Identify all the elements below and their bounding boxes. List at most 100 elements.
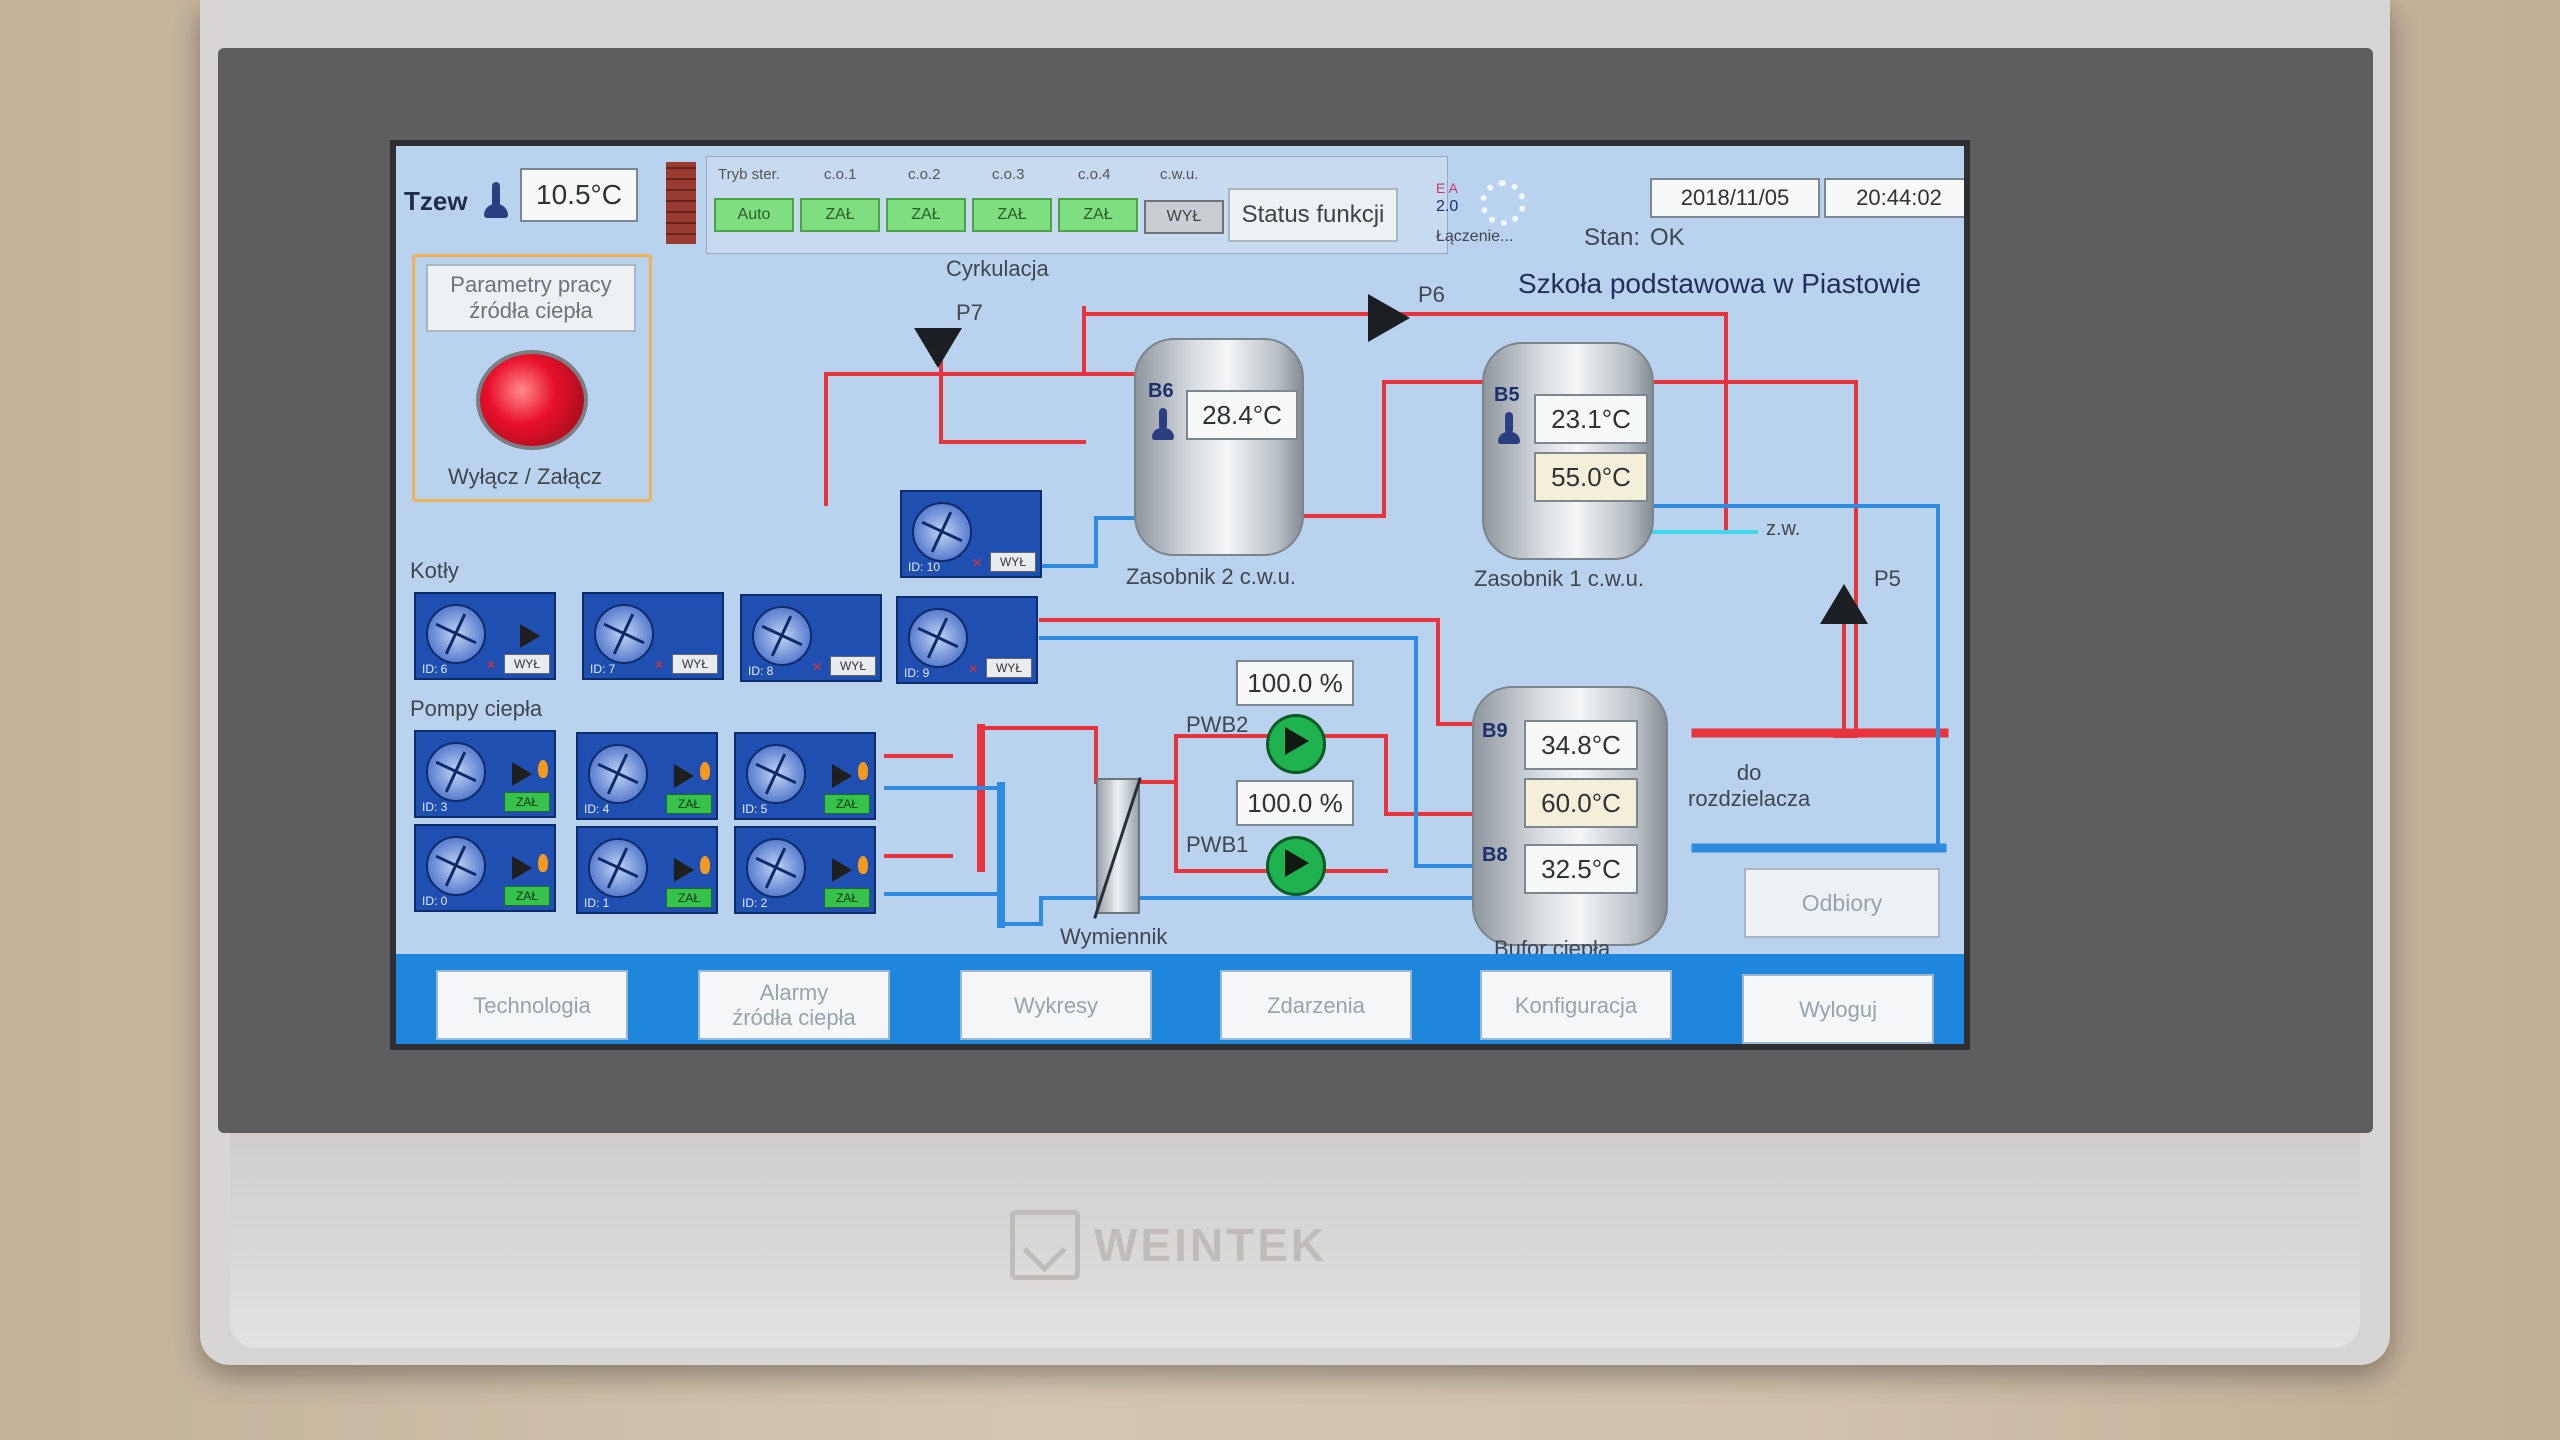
pump-pwb2-icon[interactable] xyxy=(1266,714,1326,774)
flame-icon xyxy=(700,762,710,780)
hmi-screen: Tzew 10.5°C Tryb ster. c.o.1 c.o.2 c.o.3… xyxy=(390,140,1970,1050)
status-function-button[interactable]: Status funkcji xyxy=(1228,188,1398,242)
heat-pump-unit-1[interactable]: ID: 1 ZAŁ xyxy=(576,826,718,914)
boiler-unit-8[interactable]: ✕ ID: 8 WYŁ xyxy=(740,594,882,682)
circulation-unit[interactable]: ✕ ID: 10 WYŁ xyxy=(900,490,1042,578)
bottom-navigation: Technologia Alarmy źródła ciepła Wykresy… xyxy=(396,954,1964,1044)
tank-zasobnik-1 xyxy=(1482,342,1654,560)
pump-p6-icon[interactable] xyxy=(1368,294,1410,342)
pump-pwb1-icon[interactable] xyxy=(1266,836,1326,896)
pump-p7-icon[interactable] xyxy=(914,328,962,368)
heat-pump-unit-5[interactable]: ID: 5 ZAŁ xyxy=(734,732,876,820)
mode-auto-badge[interactable]: Auto xyxy=(714,198,794,232)
b5-temp: 23.1°C xyxy=(1534,394,1648,444)
boiler-unit-6[interactable]: ✕ ID: 6 WYŁ xyxy=(414,592,556,680)
b9-temp: 34.8°C xyxy=(1524,720,1638,770)
nav-zdarzenia[interactable]: Zdarzenia xyxy=(1220,970,1412,1040)
version-label: 2.0 xyxy=(1436,198,1459,215)
time-field: 20:44:02 xyxy=(1824,178,1964,218)
p7-label: P7 xyxy=(956,300,983,325)
flame-icon xyxy=(858,762,868,780)
play-icon xyxy=(832,858,852,882)
unit-state: WYŁ xyxy=(990,552,1036,572)
brand-logo: WEINTEK xyxy=(1010,1210,1350,1280)
fan-icon xyxy=(908,608,968,668)
play-icon xyxy=(832,764,852,788)
stan-value: OK xyxy=(1650,224,1685,251)
odbiory-button[interactable]: Odbiory xyxy=(1744,868,1940,938)
flame-icon xyxy=(538,854,548,872)
nav-wyloguj[interactable]: Wyloguj xyxy=(1742,974,1934,1044)
play-icon xyxy=(512,762,532,786)
heater-icon xyxy=(666,162,696,244)
zasobnik-2-label: Zasobnik 2 c.w.u. xyxy=(1126,564,1296,589)
nav-alarmy[interactable]: Alarmy źródła ciepła xyxy=(698,970,890,1040)
mode-header-3: c.o.3 xyxy=(992,166,1025,183)
b6-temp: 28.4°C xyxy=(1186,390,1298,440)
ea-label: E A xyxy=(1436,180,1458,196)
fan-icon xyxy=(746,838,806,898)
pump-p5-icon[interactable] xyxy=(1820,584,1868,624)
p5-label: P5 xyxy=(1874,566,1901,591)
source-params-button[interactable]: Parametry pracy źródła ciepła xyxy=(426,264,636,332)
tank-zasobnik-2 xyxy=(1134,338,1304,556)
circulation-label: Cyrkulacja xyxy=(946,256,1049,281)
boiler-unit-9[interactable]: ✕ ID: 9 WYŁ xyxy=(896,596,1038,684)
brand-text: WEINTEK xyxy=(1094,1219,1328,1271)
mode-co3-badge[interactable]: ZAŁ xyxy=(972,198,1052,232)
fan-icon xyxy=(752,606,812,666)
heat-exchanger-icon xyxy=(1093,777,1142,919)
loading-spinner-icon xyxy=(1480,180,1526,226)
mode-co1-badge[interactable]: ZAŁ xyxy=(800,198,880,232)
sensor-b8-tag: B8 xyxy=(1482,844,1508,866)
nav-konfiguracja[interactable]: Konfiguracja xyxy=(1480,970,1672,1040)
do-rozdzielacza-label: do rozdzielacza xyxy=(1688,760,1811,811)
pwb2-label: PWB2 xyxy=(1186,712,1249,737)
heat-pump-unit-2[interactable]: ID: 2 ZAŁ xyxy=(734,826,876,914)
page-title: Szkoła podstawowa w Piastowie xyxy=(1518,268,1922,299)
unit-id: ID: 10 xyxy=(908,560,941,574)
fan-icon xyxy=(426,742,486,802)
mode-co4-badge[interactable]: ZAŁ xyxy=(1058,198,1138,232)
pwb1-value[interactable]: 100.0 % xyxy=(1236,780,1354,826)
b5-setpoint[interactable]: 55.0°C xyxy=(1534,452,1648,502)
kotly-label: Kotły xyxy=(410,558,459,583)
flame-icon xyxy=(538,760,548,778)
fan-icon xyxy=(746,744,806,804)
mode-cwu-badge[interactable]: WYŁ xyxy=(1144,200,1224,234)
pwb2-value[interactable]: 100.0 % xyxy=(1236,660,1354,706)
boiler-unit-7[interactable]: ✕ ID: 7 WYŁ xyxy=(582,592,724,680)
thermometer-icon xyxy=(1152,408,1174,442)
pompy-label: Pompy ciepła xyxy=(410,696,543,721)
thermometer-icon xyxy=(1498,412,1520,446)
sensor-b5-tag: B5 xyxy=(1494,384,1520,406)
b8-temp: 32.5°C xyxy=(1524,844,1638,894)
mode-header-5: c.w.u. xyxy=(1160,166,1199,183)
bufor-setpoint[interactable]: 60.0°C xyxy=(1524,778,1638,828)
tzew-label: Tzew xyxy=(404,186,468,216)
stan-label: Stan: xyxy=(1584,224,1641,251)
fan-icon xyxy=(426,604,486,664)
fan-icon xyxy=(588,744,648,804)
heat-pump-unit-4[interactable]: ID: 4 ZAŁ xyxy=(576,732,718,820)
fan-icon xyxy=(588,838,648,898)
p6-label: P6 xyxy=(1418,282,1445,307)
pwb1-label: PWB1 xyxy=(1186,832,1249,857)
connection-label: Łączenie... xyxy=(1436,228,1514,245)
flame-icon xyxy=(858,856,868,874)
sensor-b6-tag: B6 xyxy=(1148,380,1174,402)
heat-pump-unit-0[interactable]: ID: 0 ZAŁ xyxy=(414,824,556,912)
flame-icon xyxy=(700,856,710,874)
nav-technologia[interactable]: Technologia xyxy=(436,970,628,1040)
fan-icon xyxy=(912,502,972,562)
mode-header-0: Tryb ster. xyxy=(718,166,780,183)
power-toggle-label: Wyłącz / Załącz xyxy=(448,464,602,489)
mode-co2-badge[interactable]: ZAŁ xyxy=(886,198,966,232)
play-icon xyxy=(674,764,694,788)
pipe-b6-cold xyxy=(1039,516,1148,568)
date-field: 2018/11/05 xyxy=(1650,178,1820,218)
thermometer-icon xyxy=(484,182,508,218)
heat-pump-unit-3[interactable]: ID: 3 ZAŁ xyxy=(414,730,556,818)
nav-wykresy[interactable]: Wykresy xyxy=(960,970,1152,1040)
power-toggle-button[interactable] xyxy=(476,350,588,450)
